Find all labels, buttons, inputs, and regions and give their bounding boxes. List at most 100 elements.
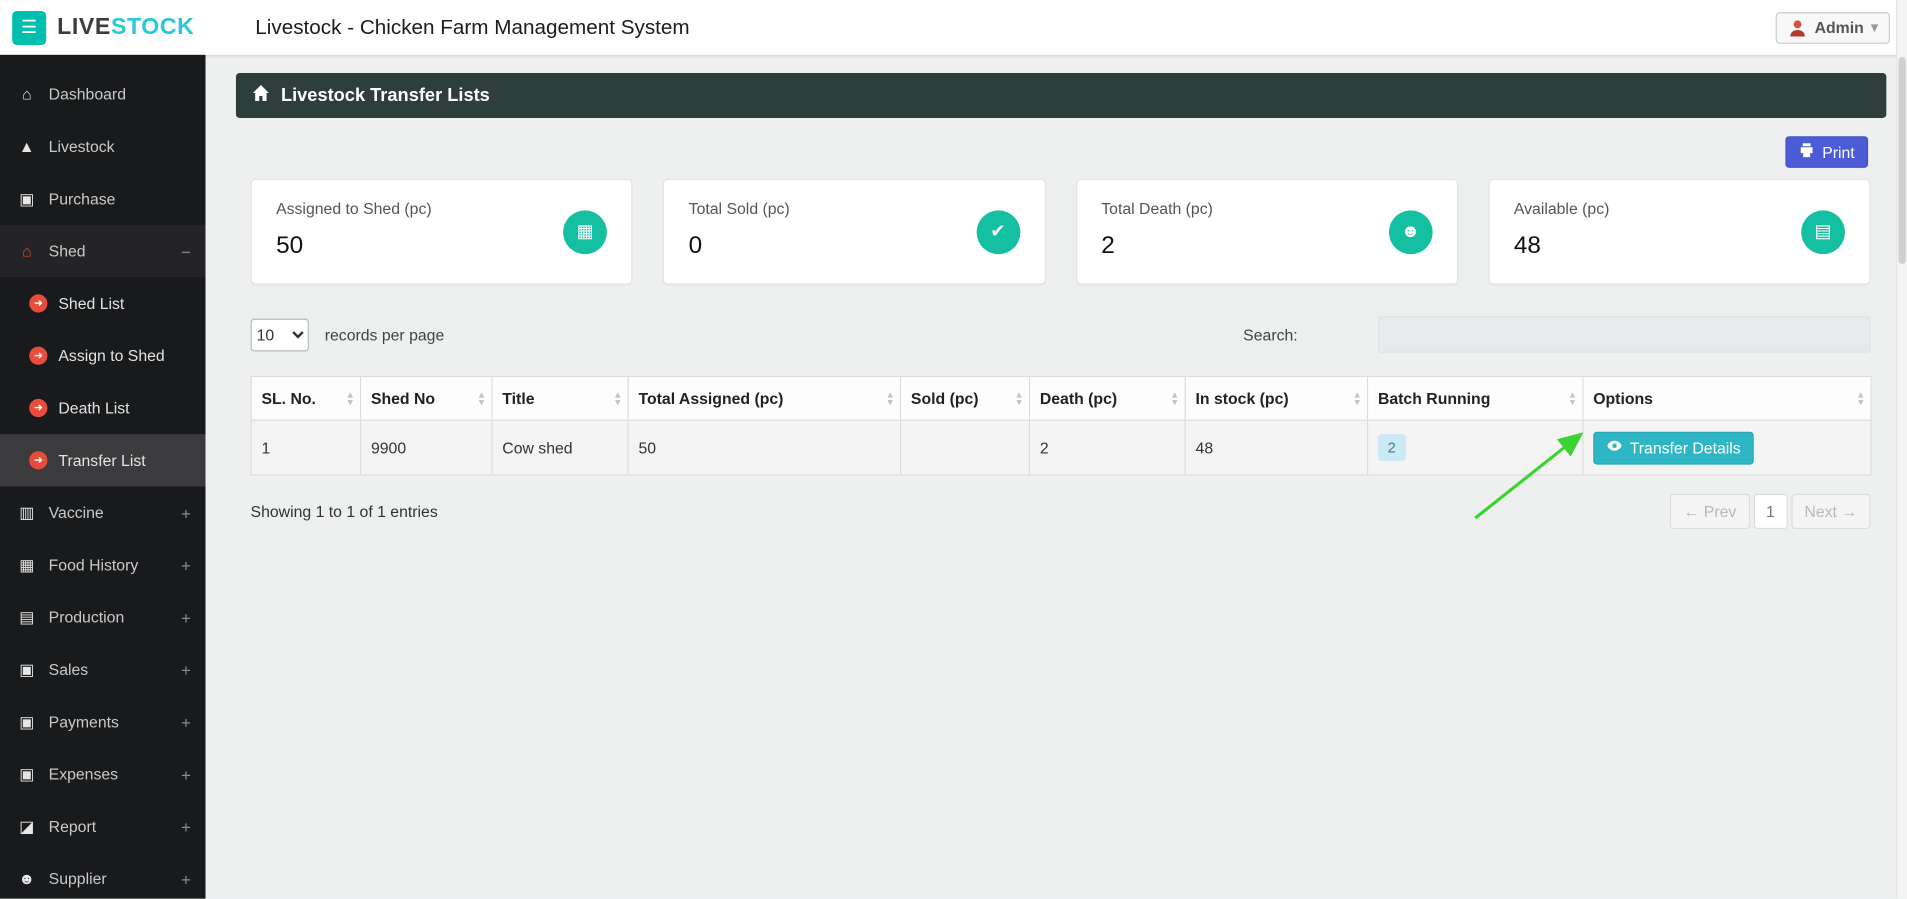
sidebar-item-vaccine[interactable]: ▥ Vaccine + bbox=[0, 486, 206, 538]
transfer-details-button[interactable]: Transfer Details bbox=[1593, 431, 1755, 464]
sort-icon: ▴ ▾ bbox=[1172, 388, 1178, 407]
col-options[interactable]: Options ▴ ▾ bbox=[1582, 375, 1872, 421]
print-label: Print bbox=[1822, 142, 1855, 162]
expand-plus-icon: + bbox=[180, 502, 191, 523]
sidebar-item-label: Food History bbox=[48, 555, 139, 575]
stat-label: Total Death (pc) bbox=[1101, 199, 1213, 218]
sidebar-item-expenses[interactable]: ▣ Expenses + bbox=[0, 748, 206, 800]
sidebar-item-shed-list[interactable]: ➜ Shed List bbox=[0, 277, 206, 329]
expenses-icon: ▣ bbox=[19, 764, 35, 783]
stat-value: 0 bbox=[688, 232, 703, 260]
logo-text-live: LIVE bbox=[57, 13, 111, 40]
bank-icon: ▦ bbox=[563, 209, 608, 254]
sort-icon: ▴ ▾ bbox=[1354, 388, 1360, 407]
cell-in-stock: 48 bbox=[1184, 419, 1369, 476]
arrow-circle-icon: ➜ bbox=[29, 398, 48, 418]
home-icon: ⌂ bbox=[21, 85, 32, 104]
sidebar-item-purchase[interactable]: ▣ Purchase bbox=[0, 173, 206, 225]
sidebar-item-sales[interactable]: ▣ Sales + bbox=[0, 643, 206, 695]
cell-title: Cow shed bbox=[491, 419, 629, 476]
menu-toggle-button[interactable]: ☰ bbox=[12, 10, 47, 45]
supplier-users-icon: ☻ bbox=[18, 869, 36, 888]
cell-batch-running: 2 bbox=[1367, 419, 1584, 476]
arrow-circle-icon: ➜ bbox=[29, 294, 48, 313]
table-controls: 10 records per page Search: bbox=[250, 316, 1871, 353]
sidebar-item-label: Vaccine bbox=[48, 503, 104, 522]
sidebar-item-label: Livestock bbox=[48, 137, 115, 156]
transfer-details-label: Transfer Details bbox=[1629, 438, 1741, 457]
eye-icon bbox=[1607, 438, 1623, 457]
sidebar-item-supplier[interactable]: ☻ Supplier + bbox=[0, 853, 206, 899]
sidebar-item-shed[interactable]: ⌂ Shed − bbox=[0, 224, 206, 278]
sidebar-item-label: Expenses bbox=[48, 764, 119, 784]
col-batch-running[interactable]: Batch Running ▴ ▾ bbox=[1367, 375, 1584, 421]
scrollbar[interactable] bbox=[1896, 0, 1907, 899]
sales-icon: ▣ bbox=[19, 659, 35, 679]
stat-label: Total Sold (pc) bbox=[688, 199, 790, 218]
sidebar-item-production[interactable]: ▤ Production + bbox=[0, 591, 206, 643]
sidebar-item-label: Payments bbox=[48, 712, 119, 731]
logo-text-stock: STOCK bbox=[110, 13, 195, 40]
col-title[interactable]: Title ▴ ▾ bbox=[491, 375, 629, 421]
page-size-select[interactable]: 10 bbox=[250, 318, 309, 351]
print-button[interactable]: Print bbox=[1785, 136, 1869, 168]
sidebar-item-assign-to-shed[interactable]: ➜ Assign to Shed bbox=[0, 330, 206, 382]
stat-value: 48 bbox=[1513, 232, 1541, 260]
col-total-assigned[interactable]: Total Assigned (pc) ▴ ▾ bbox=[627, 375, 902, 421]
sidebar-item-payments[interactable]: ▣ Payments + bbox=[0, 696, 206, 748]
topbar: ☰ LIVESTOCK Livestock - Chicken Farm Man… bbox=[0, 0, 1907, 55]
printer-icon bbox=[1799, 142, 1815, 161]
batch-running-badge: 2 bbox=[1377, 434, 1406, 461]
main-content: Livestock Transfer Lists Print Assigned … bbox=[205, 54, 1907, 899]
purchase-icon: ▣ bbox=[19, 189, 35, 208]
stat-card-available: Available (pc) 48 ▤ bbox=[1488, 178, 1871, 285]
sidebar-item-dashboard[interactable]: ⌂ Dashboard bbox=[0, 68, 206, 120]
prev-page-button[interactable]: ← Prev bbox=[1670, 493, 1750, 530]
admin-label: Admin bbox=[1814, 18, 1864, 37]
window-title: Livestock - Chicken Farm Management Syst… bbox=[255, 15, 690, 39]
col-shed-no[interactable]: Shed No ▴ ▾ bbox=[359, 375, 493, 421]
col-sl-no[interactable]: SL. No. ▴ ▾ bbox=[250, 375, 362, 421]
stat-label: Assigned to Shed (pc) bbox=[276, 199, 432, 218]
next-page-button[interactable]: Next → bbox=[1791, 493, 1871, 530]
check-circle-icon: ✔ bbox=[976, 209, 1020, 254]
admin-dropdown[interactable]: Admin ▾ bbox=[1775, 11, 1890, 44]
sidebar-item-label: Production bbox=[48, 608, 125, 627]
stat-value: 50 bbox=[276, 232, 304, 260]
col-sold[interactable]: Sold (pc) ▴ ▾ bbox=[899, 375, 1031, 421]
expand-plus-icon: + bbox=[180, 659, 191, 680]
stat-card-sold: Total Sold (pc) 0 ✔ bbox=[663, 178, 1046, 285]
cell-sl-no: 1 bbox=[250, 419, 362, 476]
page-1-button[interactable]: 1 bbox=[1753, 493, 1788, 530]
app-root: ☰ LIVESTOCK Livestock - Chicken Farm Man… bbox=[0, 0, 1907, 899]
sidebar-item-label: Report bbox=[48, 817, 97, 836]
shed-home-icon: ⌂ bbox=[21, 242, 32, 261]
sidebar-item-report[interactable]: ◪ Report + bbox=[0, 800, 206, 852]
sort-icon: ▴ ▾ bbox=[1016, 388, 1022, 407]
sidebar-item-death-list[interactable]: ➜ Death List bbox=[0, 382, 206, 434]
sidebar-item-transfer-list[interactable]: ➜ Transfer List bbox=[0, 434, 206, 487]
table-header-row: SL. No. ▴ ▾ Shed No ▴ ▾ Title ▴ ▾ Total Assign… bbox=[250, 375, 1872, 421]
sidebar-item-label: Sales bbox=[48, 660, 89, 679]
sidebar-item-label: Dashboard bbox=[48, 85, 127, 104]
sidebar-item-livestock[interactable]: ▲ Livestock bbox=[0, 120, 206, 172]
hamburger-icon: ☰ bbox=[20, 16, 38, 38]
table-row: 1 9900 Cow shed 50 2 48 2 Transfer Detai… bbox=[250, 419, 1872, 476]
toolbar: Print bbox=[236, 136, 1869, 168]
expand-plus-icon: + bbox=[180, 764, 191, 784]
pagination: ← Prev 1 Next → bbox=[1670, 493, 1871, 530]
sidebar-item-label: Supplier bbox=[48, 869, 107, 888]
sidebar-subitem-label: Shed List bbox=[58, 294, 125, 313]
stat-card-assigned: Assigned to Shed (pc) 50 ▦ bbox=[250, 178, 633, 285]
col-death[interactable]: Death (pc) ▴ ▾ bbox=[1028, 375, 1186, 421]
archive-icon: ▤ bbox=[1801, 209, 1845, 254]
user-avatar-icon bbox=[1788, 18, 1807, 37]
expand-plus-icon: + bbox=[180, 555, 191, 575]
sidebar: ⌂ Dashboard ▲ Livestock ▣ Purchase ⌂ She… bbox=[0, 54, 206, 899]
arrow-circle-icon: ➜ bbox=[29, 451, 48, 470]
scrollbar-thumb[interactable] bbox=[1898, 57, 1906, 264]
sidebar-item-food-history[interactable]: ▦ Food History + bbox=[0, 539, 206, 591]
stat-card-death: Total Death (pc) 2 ☻ bbox=[1075, 178, 1458, 285]
col-in-stock[interactable]: In stock (pc) ▴ ▾ bbox=[1184, 375, 1369, 421]
search-input[interactable] bbox=[1377, 316, 1871, 353]
